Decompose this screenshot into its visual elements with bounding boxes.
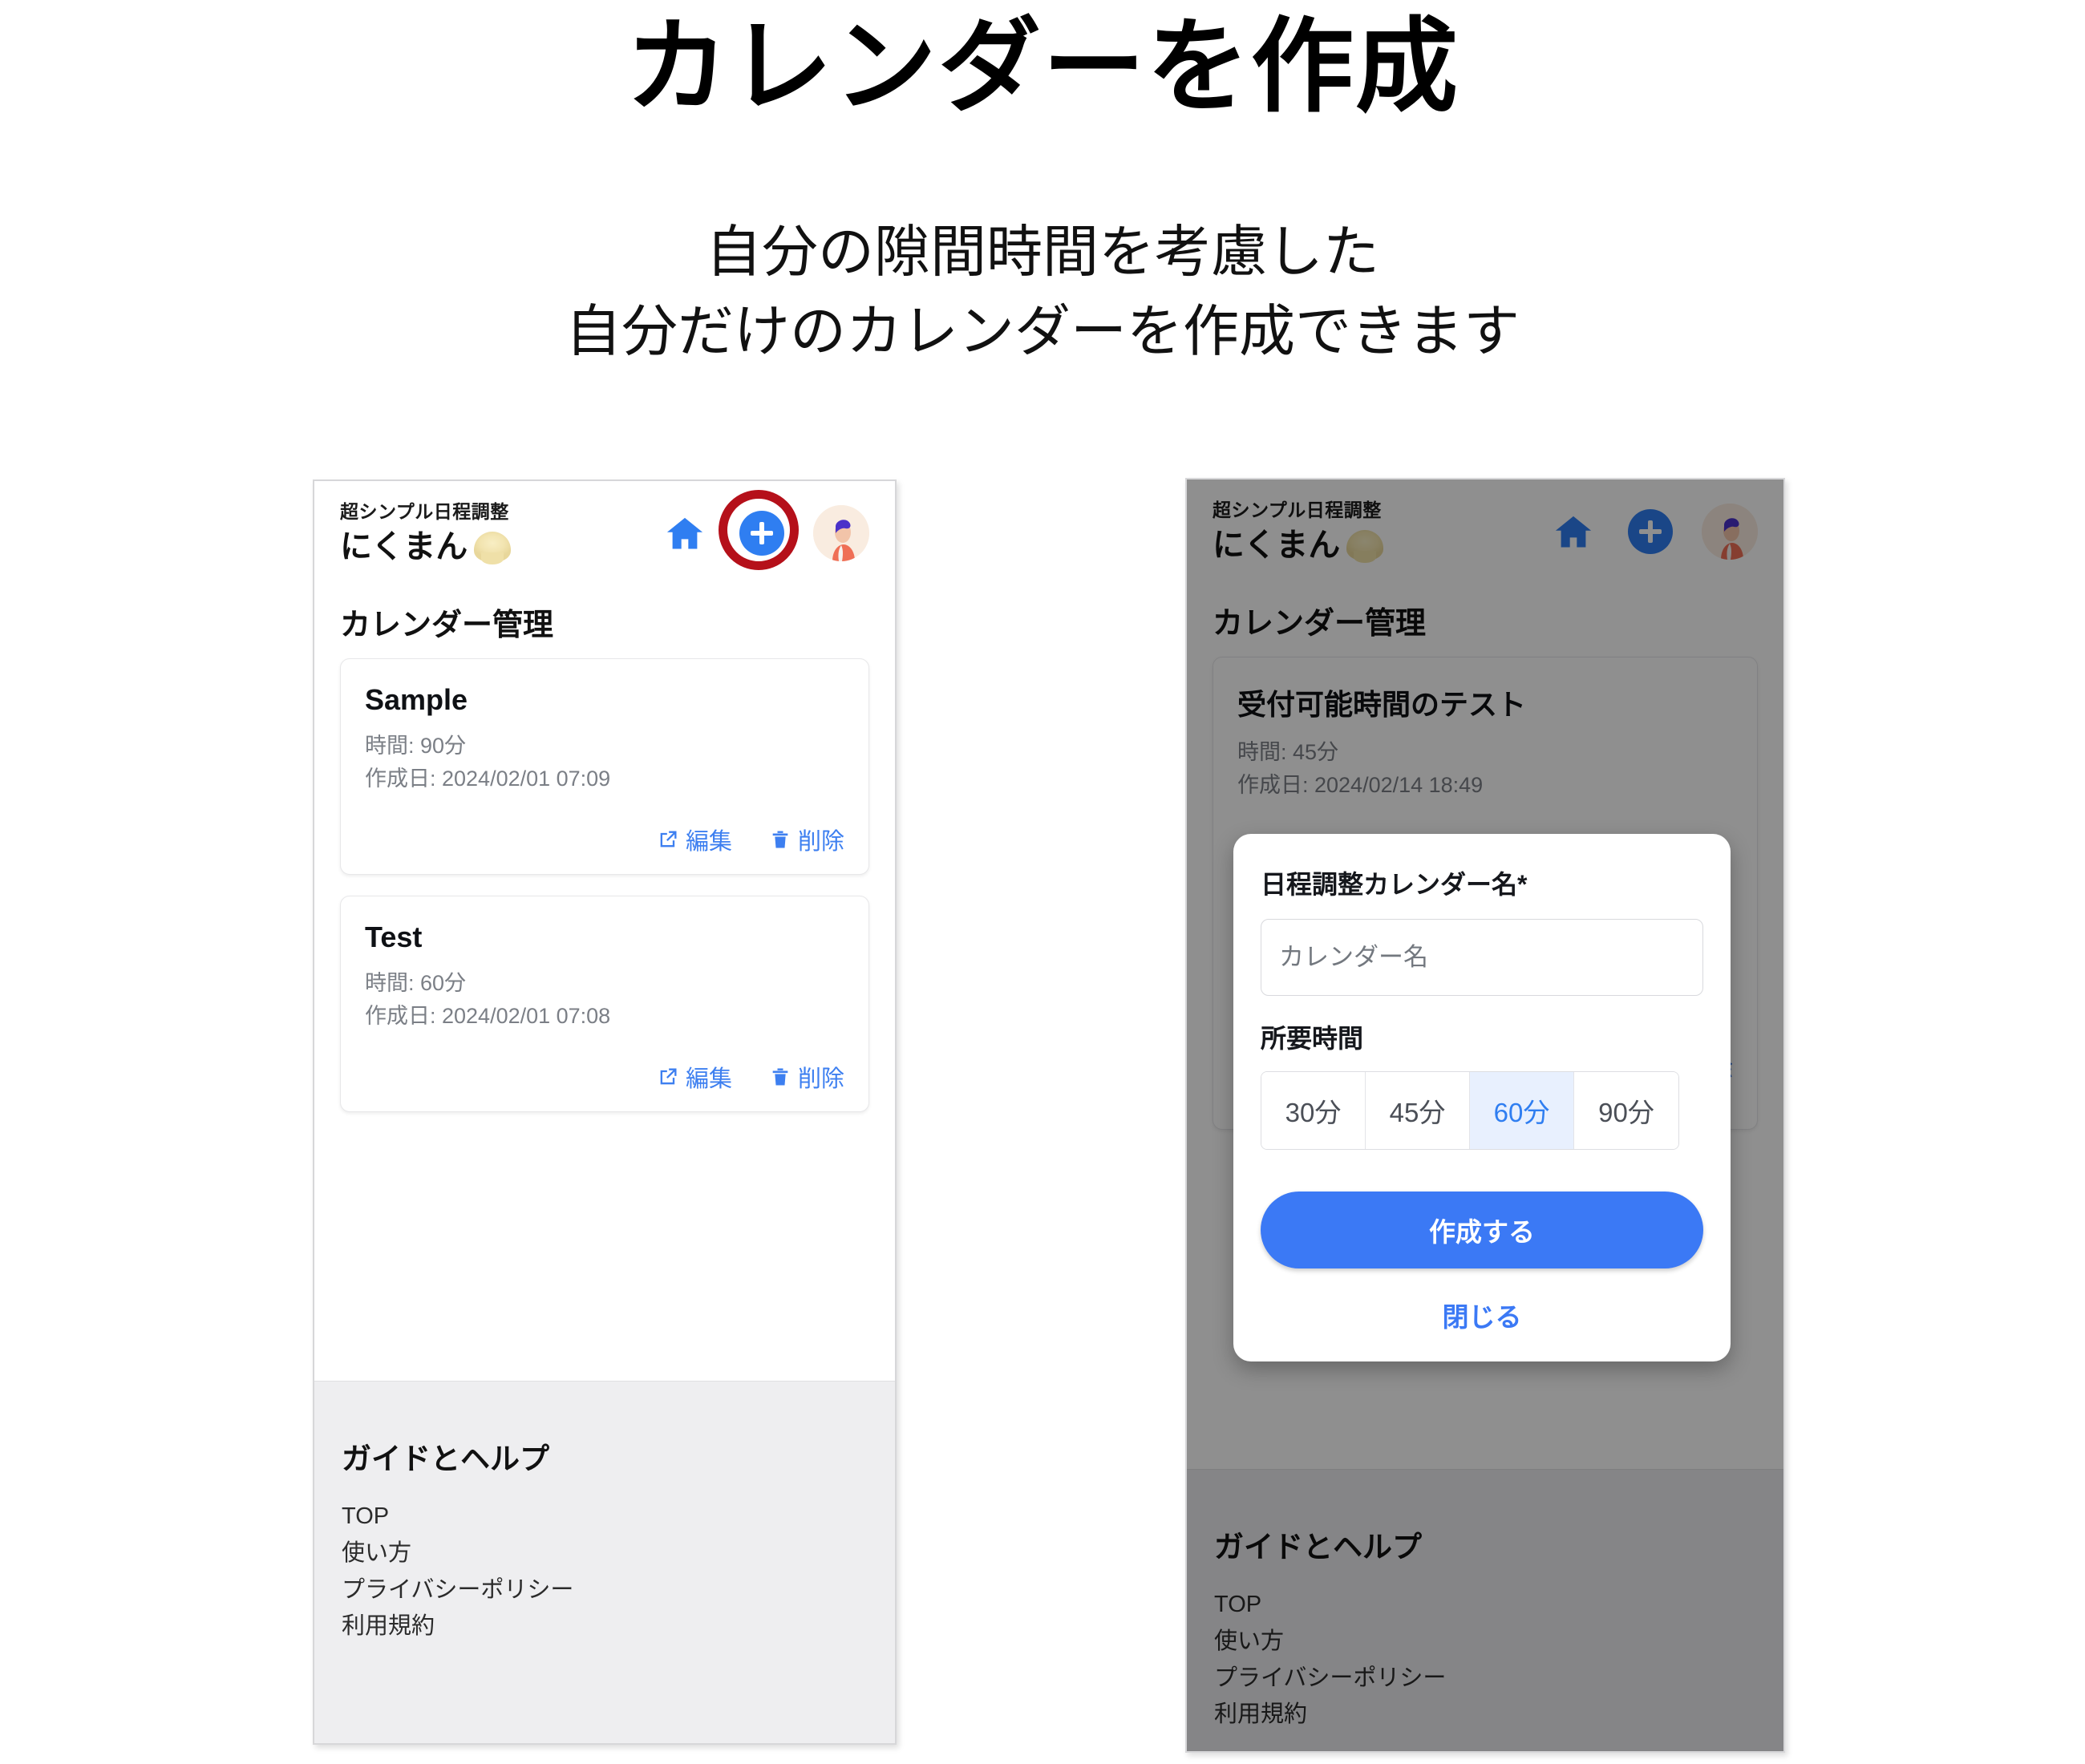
- screen-heading: カレンダー管理: [1213, 607, 1427, 641]
- avatar[interactable]: [813, 505, 869, 561]
- duration-option-30[interactable]: 30分: [1261, 1072, 1366, 1149]
- footer-link-terms[interactable]: 利用規約: [1214, 1697, 1756, 1734]
- app-screen-left: 超シンプル日程調整 にくまん カレンダー管理 Sample 時間: 90分 作成…: [314, 481, 895, 1743]
- footer-link-top[interactable]: TOP: [342, 1499, 868, 1535]
- external-link-edit-icon: [660, 831, 677, 848]
- avatar-icon: [1702, 504, 1758, 560]
- brand: 超シンプル日程調整 にくまん: [1213, 499, 1384, 565]
- duration-segmented-control: 30分 45分 60分 90分: [1261, 1071, 1679, 1150]
- app-header: 超シンプル日程調整 にくまん: [314, 481, 895, 576]
- footer-link-howto[interactable]: 使い方: [342, 1535, 868, 1572]
- calendar-duration: 時間: 90分: [365, 734, 467, 758]
- edit-button[interactable]: 編集: [657, 823, 732, 856]
- calendar-created-at: 作成日: 2024/02/01 07:09: [365, 767, 611, 791]
- delete-button[interactable]: 削除: [769, 1060, 844, 1094]
- edit-label: 編集: [685, 1066, 732, 1093]
- delete-label: 削除: [797, 829, 844, 856]
- screen-heading: カレンダー管理: [340, 609, 554, 642]
- calendar-duration: 時間: 45分: [1237, 740, 1339, 764]
- card-actions: 編集 削除: [365, 1060, 844, 1094]
- calendar-created-at: 作成日: 2024/02/01 07:08: [365, 1004, 611, 1029]
- delete-label: 削除: [797, 1066, 844, 1093]
- footer-link-howto[interactable]: 使い方: [1214, 1624, 1756, 1661]
- phone-mockup-right: 超シンプル日程調整 にくまん カレンダー管理 受付可能時間のテスト 時間: 45…: [1185, 478, 1785, 1753]
- brand-kicker: 超シンプル日程調整: [340, 501, 509, 522]
- footer-link-terms[interactable]: 利用規約: [342, 1608, 868, 1645]
- phone-mockup-left: 超シンプル日程調整 にくまん カレンダー管理 Sample 時間: 90分 作成…: [313, 479, 897, 1745]
- brand-name: にくまん: [1213, 525, 1384, 565]
- duration-option-90[interactable]: 90分: [1574, 1072, 1678, 1149]
- brand-name: にくまん: [340, 527, 512, 567]
- create-calendar-dialog: 日程調整カレンダー名* 所要時間 30分 45分 60分 90分 作成する 閉じ…: [1233, 834, 1731, 1361]
- page-subtitle-line-1: 自分の隙間時間を考慮した: [706, 220, 1379, 283]
- card-actions: 編集 削除: [365, 823, 844, 856]
- brand-kicker: 超シンプル日程調整: [1213, 500, 1382, 520]
- home-icon: [666, 517, 703, 549]
- calendar-created-at: 作成日: 2024/02/14 18:49: [1237, 773, 1484, 798]
- trash-icon: [772, 831, 788, 848]
- footer-heading: ガイドとヘルプ: [1214, 1531, 1422, 1564]
- page-subtitle-line-2: 自分だけのカレンダーを作成できます: [565, 300, 1520, 363]
- edit-label: 編集: [685, 829, 732, 856]
- calendar-name-label: 日程調整カレンダー名*: [1261, 870, 1528, 899]
- calendar-name: 受付可能時間のテスト: [1237, 688, 1527, 721]
- duration-option-45[interactable]: 45分: [1366, 1072, 1470, 1149]
- delete-button[interactable]: 削除: [769, 823, 844, 856]
- header-actions: [659, 490, 869, 570]
- app-screen-right: 超シンプル日程調整 にくまん カレンダー管理 受付可能時間のテスト 時間: 45…: [1187, 479, 1783, 1751]
- calendar-card[interactable]: Test 時間: 60分 作成日: 2024/02/01 07:08 編集 削除: [340, 896, 869, 1113]
- app-header: 超シンプル日程調整 にくまん: [1187, 479, 1783, 574]
- steamed-bun-emoji: [1346, 529, 1384, 563]
- app-footer: ガイドとヘルプ TOP 使い方 プライバシーポリシー 利用規約: [1187, 1469, 1783, 1751]
- home-button[interactable]: [1548, 506, 1599, 557]
- calendar-name: Test: [365, 920, 423, 954]
- duration-option-60[interactable]: 60分: [1470, 1072, 1574, 1149]
- home-icon: [1555, 516, 1592, 548]
- add-calendar-icon: [1628, 509, 1673, 554]
- calendar-name: Sample: [365, 683, 468, 716]
- footer-link-top[interactable]: TOP: [1214, 1587, 1756, 1624]
- create-button[interactable]: 作成する: [1261, 1192, 1703, 1268]
- screenshot-root: カレンダーを作成 自分の隙間時間を考慮した 自分だけのカレンダーを作成できます …: [0, 0, 2085, 1764]
- footer-link-privacy[interactable]: プライバシーポリシー: [342, 1572, 868, 1609]
- page-title: カレンダーを作成: [625, 10, 1460, 124]
- add-calendar-button[interactable]: [1625, 506, 1676, 557]
- calendar-name-input[interactable]: [1261, 919, 1703, 996]
- brand-name-text: にくまん: [340, 528, 468, 564]
- close-button[interactable]: 閉じる: [1261, 1296, 1703, 1334]
- add-calendar-button[interactable]: [719, 490, 799, 570]
- footer-link-privacy[interactable]: プライバシーポリシー: [1214, 1661, 1756, 1697]
- calendar-card[interactable]: Sample 時間: 90分 作成日: 2024/02/01 07:09 編集: [340, 658, 869, 876]
- add-calendar-icon: [739, 511, 784, 556]
- trash-icon: [772, 1068, 788, 1086]
- footer-heading: ガイドとヘルプ: [342, 1442, 549, 1475]
- home-button[interactable]: [659, 508, 711, 559]
- page-subtitle: 自分の隙間時間を考慮した 自分だけのカレンダーを作成できます: [0, 212, 2085, 372]
- calendar-card-list: Sample 時間: 90分 作成日: 2024/02/01 07:09 編集: [314, 658, 895, 1113]
- app-footer: ガイドとヘルプ TOP 使い方 プライバシーポリシー 利用規約: [314, 1381, 895, 1743]
- duration-label: 所要時間: [1261, 1024, 1364, 1053]
- avatar-icon: [813, 505, 869, 561]
- steamed-bun-emoji: [474, 531, 512, 564]
- brand: 超シンプル日程調整 にくまん: [340, 500, 512, 567]
- edit-button[interactable]: 編集: [657, 1060, 732, 1094]
- calendar-duration: 時間: 60分: [365, 971, 467, 996]
- header-actions: [1548, 504, 1758, 560]
- brand-name-text: にくまん: [1213, 527, 1341, 563]
- avatar[interactable]: [1702, 504, 1758, 560]
- external-link-edit-icon: [660, 1068, 677, 1085]
